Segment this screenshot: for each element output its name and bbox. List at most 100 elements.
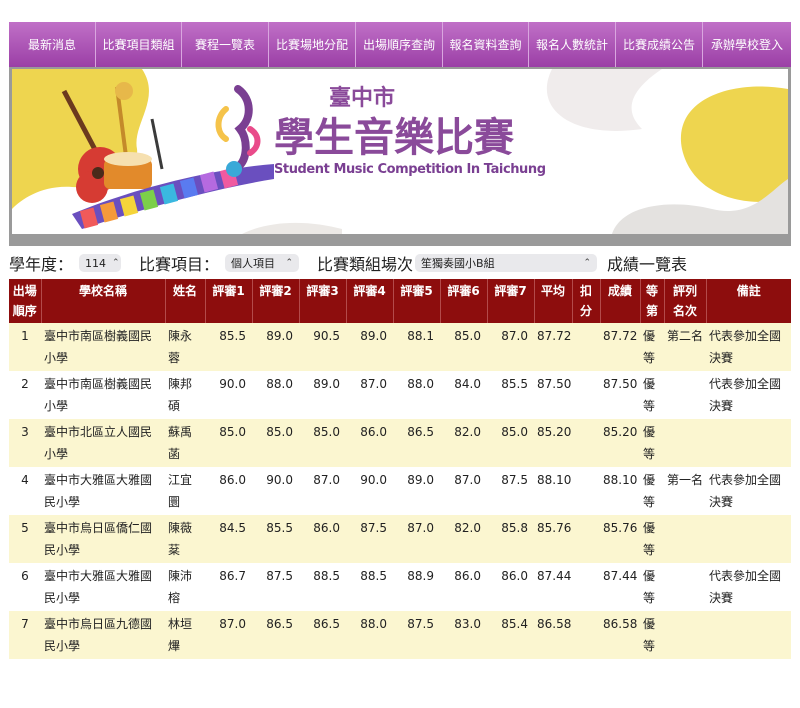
year-select-value: 114 bbox=[85, 256, 107, 270]
table-row: 3 臺中市北區立人國民小學 蘇禹菡 85.0 85.0 85.0 86.0 86.5 82.0 8… bbox=[9, 419, 791, 467]
year-label: 學年度： bbox=[9, 255, 74, 274]
nav-schedule[interactable]: 賽程一覽表 bbox=[182, 22, 269, 67]
table-row: 2 臺中市南區樹義國民小學 陳邦碩 90.0 88.0 89.0 87.0 88.0 84.0 8… bbox=[9, 371, 791, 419]
cell-judge4: 90.0 bbox=[346, 467, 393, 515]
cell-rank bbox=[664, 611, 706, 659]
cell-remarks bbox=[706, 419, 791, 467]
gray-blob-mid bbox=[242, 222, 342, 234]
table-row: 4 臺中市大雅區大雅國民小學 江宜圜 86.0 90.0 87.0 90.0 89.0 87.0… bbox=[9, 467, 791, 515]
cell-judge5: 89.0 bbox=[393, 467, 440, 515]
cell-judge1: 85.5 bbox=[205, 323, 252, 371]
cell-judge3: 87.0 bbox=[299, 467, 346, 515]
cell-name: 江宜圜 bbox=[165, 467, 205, 515]
cell-judge6: 82.0 bbox=[440, 419, 487, 467]
cell-judge7: 85.5 bbox=[487, 371, 534, 419]
cell-judge3: 89.0 bbox=[299, 371, 346, 419]
cell-judge7: 85.4 bbox=[487, 611, 534, 659]
cell-name: 林垣熚 bbox=[165, 611, 205, 659]
year-select[interactable]: 114 ⌃ bbox=[79, 254, 122, 272]
nav-categories[interactable]: 比賽項目類組 bbox=[96, 22, 182, 67]
cell-judge3: 86.0 bbox=[299, 515, 346, 563]
col-school: 學校名稱 bbox=[41, 279, 166, 323]
cell-average: 86.58 bbox=[534, 611, 572, 659]
music-note-logo bbox=[215, 85, 261, 177]
banner-title: 學生音樂比賽 bbox=[274, 115, 514, 161]
chevron-updown-icon: ⌃ bbox=[112, 258, 120, 268]
nav-school-login[interactable]: 承辦學校登入 bbox=[703, 22, 791, 67]
cell-order: 6 bbox=[9, 563, 41, 611]
cell-grade: 優等 bbox=[640, 467, 664, 515]
banner: 臺中市 學生音樂比賽 Student Music Competition In … bbox=[12, 69, 788, 234]
banner-frame: 臺中市 學生音樂比賽 Student Music Competition In … bbox=[9, 67, 791, 246]
cell-name: 陳沛榕 bbox=[165, 563, 205, 611]
cell-deduction bbox=[572, 323, 600, 371]
nav-registration-query[interactable]: 報名資料查詢 bbox=[443, 22, 529, 67]
col-judge4: 評審4 bbox=[346, 279, 394, 323]
cell-average: 85.76 bbox=[534, 515, 572, 563]
col-judge5: 評審5 bbox=[393, 279, 441, 323]
col-judge3: 評審3 bbox=[299, 279, 347, 323]
cell-order: 2 bbox=[9, 371, 41, 419]
result-title: 成績一覽表 bbox=[607, 255, 688, 274]
nav-latest-news[interactable]: 最新消息 bbox=[9, 22, 96, 67]
nav-venues[interactable]: 比賽場地分配 bbox=[269, 22, 356, 67]
cell-judge3: 85.0 bbox=[299, 419, 346, 467]
cell-judge5: 88.9 bbox=[393, 563, 440, 611]
cell-name: 陳薇棻 bbox=[165, 515, 205, 563]
nav-order-query[interactable]: 出場順序查詢 bbox=[356, 22, 443, 67]
cell-judge7: 87.0 bbox=[487, 323, 534, 371]
cell-judge3: 88.5 bbox=[299, 563, 346, 611]
main-nav: 最新消息 比賽項目類組 賽程一覽表 比賽場地分配 出場順序查詢 報名資料查詢 報… bbox=[9, 22, 791, 67]
filter-row: 學年度： 114 ⌃ 比賽項目： 個人項目 ⌃ 比賽類組場次 笙獨奏國小B組 ⌃… bbox=[9, 249, 791, 277]
cell-remarks: 代表參加全國決賽 bbox=[706, 323, 791, 371]
cell-deduction bbox=[572, 371, 600, 419]
cell-average: 88.10 bbox=[534, 467, 572, 515]
cell-score: 85.76 bbox=[600, 515, 640, 563]
banner-art: 臺中市 學生音樂比賽 Student Music Competition In … bbox=[12, 69, 788, 234]
col-deduction: 扣分 bbox=[572, 279, 601, 323]
cell-remarks bbox=[706, 515, 791, 563]
cell-judge2: 90.0 bbox=[252, 467, 299, 515]
cell-judge5: 88.1 bbox=[393, 323, 440, 371]
cell-judge6: 87.0 bbox=[440, 467, 487, 515]
col-order: 出場順序 bbox=[9, 279, 42, 323]
cell-judge5: 87.5 bbox=[393, 611, 440, 659]
cell-judge4: 86.0 bbox=[346, 419, 393, 467]
cell-judge1: 86.7 bbox=[205, 563, 252, 611]
cell-judge3: 90.5 bbox=[299, 323, 346, 371]
nav-results[interactable]: 比賽成績公告 bbox=[616, 22, 703, 67]
cell-score: 87.50 bbox=[600, 371, 640, 419]
cell-judge3: 86.5 bbox=[299, 611, 346, 659]
item-select-value: 個人項目 bbox=[231, 257, 276, 270]
chevron-updown-icon: ⌃ bbox=[583, 258, 592, 268]
cell-order: 1 bbox=[9, 323, 41, 371]
cell-school: 臺中市南區樹義國民小學 bbox=[41, 371, 165, 419]
cell-school: 臺中市大雅區大雅國民小學 bbox=[41, 467, 165, 515]
cell-order: 3 bbox=[9, 419, 41, 467]
cell-judge5: 87.0 bbox=[393, 515, 440, 563]
cell-rank bbox=[664, 419, 706, 467]
col-score: 成績 bbox=[600, 279, 641, 323]
cell-score: 88.10 bbox=[600, 467, 640, 515]
cell-school: 臺中市南區樹義國民小學 bbox=[41, 323, 165, 371]
cell-score: 87.72 bbox=[600, 323, 640, 371]
cell-rank bbox=[664, 563, 706, 611]
cell-name: 蘇禹菡 bbox=[165, 419, 205, 467]
cell-grade: 優等 bbox=[640, 563, 664, 611]
cell-school: 臺中市烏日區僑仁國民小學 bbox=[41, 515, 165, 563]
item-select[interactable]: 個人項目 ⌃ bbox=[225, 254, 300, 272]
cell-average: 87.50 bbox=[534, 371, 572, 419]
cell-judge4: 88.0 bbox=[346, 611, 393, 659]
cell-school: 臺中市大雅區大雅國民小學 bbox=[41, 563, 165, 611]
col-rank: 評列名次 bbox=[664, 279, 707, 323]
yellow-blob-right bbox=[680, 86, 788, 202]
cell-judge2: 85.5 bbox=[252, 515, 299, 563]
table-row: 5 臺中市烏日區僑仁國民小學 陳薇棻 84.5 85.5 86.0 87.5 87.0 82.0… bbox=[9, 515, 791, 563]
group-select[interactable]: 笙獨奏國小B組 ⌃ bbox=[415, 254, 598, 272]
nav-registration-stats[interactable]: 報名人數統計 bbox=[529, 22, 616, 67]
cell-average: 85.20 bbox=[534, 419, 572, 467]
col-average: 平均 bbox=[534, 279, 573, 323]
table-row: 7 臺中市烏日區九德國民小學 林垣熚 87.0 86.5 86.5 88.0 87.5 83.0… bbox=[9, 611, 791, 659]
cell-judge5: 88.0 bbox=[393, 371, 440, 419]
cell-judge5: 86.5 bbox=[393, 419, 440, 467]
